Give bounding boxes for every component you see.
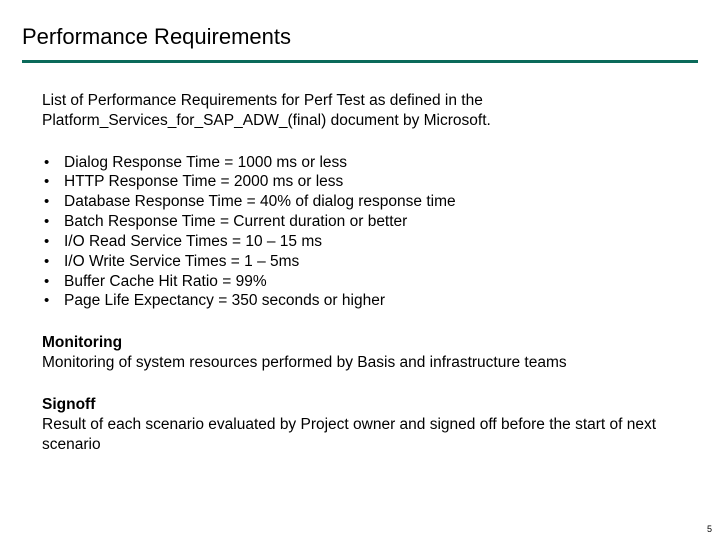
requirements-list: Dialog Response Time = 1000 ms or less H… xyxy=(42,153,690,312)
slide: Performance Requirements List of Perform… xyxy=(0,0,720,540)
list-item: Buffer Cache Hit Ratio = 99% xyxy=(42,272,690,292)
page-number: 5 xyxy=(707,524,712,534)
monitoring-section: Monitoring Monitoring of system resource… xyxy=(42,333,690,373)
slide-title: Performance Requirements xyxy=(22,24,698,50)
list-item: I/O Write Service Times = 1 – 5ms xyxy=(42,252,690,272)
signoff-heading: Signoff xyxy=(42,396,95,413)
title-underline xyxy=(22,60,698,63)
monitoring-text: Monitoring of system resources performed… xyxy=(42,354,567,371)
list-item: Batch Response Time = Current duration o… xyxy=(42,212,690,232)
monitoring-heading: Monitoring xyxy=(42,334,122,351)
list-item: Page Life Expectancy = 350 seconds or hi… xyxy=(42,291,690,311)
list-item: Database Response Time = 40% of dialog r… xyxy=(42,192,690,212)
list-item: HTTP Response Time = 2000 ms or less xyxy=(42,172,690,192)
signoff-text: Result of each scenario evaluated by Pro… xyxy=(42,416,656,453)
list-item: Dialog Response Time = 1000 ms or less xyxy=(42,153,690,173)
slide-body: List of Performance Requirements for Per… xyxy=(22,91,698,454)
intro-text: List of Performance Requirements for Per… xyxy=(42,91,690,131)
signoff-section: Signoff Result of each scenario evaluate… xyxy=(42,395,690,454)
list-item: I/O Read Service Times = 10 – 15 ms xyxy=(42,232,690,252)
